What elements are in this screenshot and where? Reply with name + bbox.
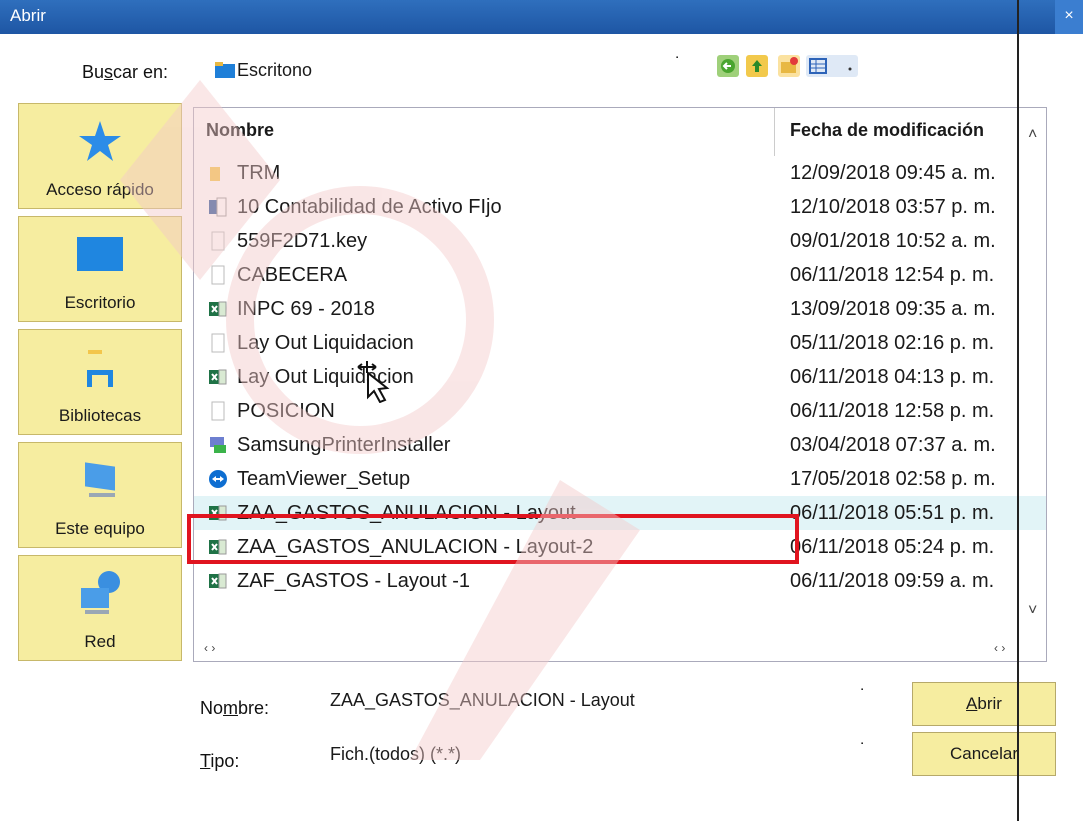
installer-icon — [210, 437, 226, 453]
file-row[interactable]: 559F2D71.key 09/01/2018 10:52 a. m. — [194, 224, 1046, 258]
filename-value: ZAA_GASTOS_ANULACION - Layout — [330, 690, 635, 710]
chevron-down-icon[interactable]: ˙ — [675, 54, 681, 75]
file-row[interactable]: CABECERA 06/11/2018 12:54 p. m. — [194, 258, 1046, 292]
window-title: Abrir — [10, 6, 46, 25]
blank-file-icon — [211, 333, 225, 353]
file-date: 06/11/2018 12:58 p. m. — [790, 400, 995, 422]
place-bibliotecas[interactable]: Bibliotecas — [18, 329, 182, 435]
chevron-down-icon[interactable]: ˙ — [860, 686, 866, 707]
view-menu-icon[interactable] — [806, 55, 858, 77]
star-icon — [79, 121, 121, 161]
file-date: 12/10/2018 03:57 p. m. — [790, 196, 996, 218]
place-escritorio[interactable]: Escritorio — [18, 216, 182, 322]
file-name: TeamViewer_Setup — [237, 468, 411, 490]
file-row[interactable]: Lay Out Liquidacion 06/11/2018 04:13 p. m… — [194, 360, 1046, 394]
folder-icon — [215, 62, 235, 78]
overlay-line — [1017, 0, 1019, 821]
cancel-button[interactable]: Cancelar — [912, 732, 1056, 776]
excel-icon — [209, 573, 227, 589]
look-in-dropdown[interactable]: Escritono ˙ — [197, 50, 697, 90]
file-name: INPC 69 - 2018 — [237, 298, 375, 320]
file-date: 06/11/2018 04:13 p. m. — [790, 366, 995, 388]
filetype-label: Tipo: — [200, 751, 240, 771]
file-name: TRM — [237, 162, 281, 184]
scroll-up-icon[interactable]: ˄ — [1028, 126, 1037, 144]
file-date: 17/05/2018 02:58 p. m. — [790, 468, 996, 490]
file-name: SamsungPrinterInstaller — [237, 434, 451, 456]
file-row[interactable]: INPC 69 - 2018 13/09/2018 09:35 a. m. — [194, 292, 1046, 326]
title-bar: Abrir × — [0, 0, 1083, 34]
file-row[interactable]: POSICION 06/11/2018 12:58 p. m. — [194, 394, 1046, 428]
blank-file-icon — [211, 401, 225, 421]
filename-input[interactable]: ZAA_GASTOS_ANULACION - Layout ˙ — [330, 686, 880, 720]
excel-icon — [209, 301, 227, 317]
filetype-select[interactable]: Fich.(todos) (*.*) ˙ — [330, 740, 880, 774]
scroll-down-icon[interactable]: ˅ — [1028, 602, 1037, 620]
file-row[interactable]: 10 Contabilidad de Activo FIjo 12/10/2018… — [194, 190, 1046, 224]
file-date: 06/11/2018 09:59 a. m. — [790, 570, 995, 592]
close-icon[interactable]: × — [1055, 0, 1083, 34]
excel-icon — [209, 369, 227, 385]
place-acceso-rapido[interactable]: Acceso rápido — [18, 103, 182, 209]
place-red[interactable]: Red — [18, 555, 182, 661]
desktop-icon — [77, 237, 123, 271]
library-icon — [87, 350, 113, 387]
new-folder-icon[interactable] — [778, 55, 800, 77]
folder-icon — [210, 167, 220, 181]
file-row[interactable]: ZAF_GASTOS - Layout -1 06/11/2018 09:59 a… — [194, 564, 1046, 598]
scroll-left-icon[interactable]: ‹ › — [204, 641, 215, 655]
scroll-right-icon[interactable]: ‹ › — [994, 641, 1005, 655]
file-row[interactable]: SamsungPrinterInstaller 03/04/2018 07:37 … — [194, 428, 1046, 462]
open-button[interactable]: Abrir — [912, 682, 1056, 726]
blank-file-icon — [211, 265, 225, 285]
file-date: 06/11/2018 05:51 p. m. — [790, 502, 995, 524]
back-icon[interactable] — [717, 55, 739, 77]
computer-icon — [85, 462, 115, 497]
file-date: 09/01/2018 10:52 a. m. — [790, 230, 996, 252]
file-date: 06/11/2018 05:24 p. m. — [790, 536, 995, 558]
file-date: 03/04/2018 07:37 a. m. — [790, 434, 996, 456]
network-icon — [81, 571, 120, 614]
teamviewer-icon — [209, 470, 227, 488]
column-header-date[interactable]: Fecha de modificación — [790, 120, 984, 141]
file-row[interactable]: Lay Out Liquidacion 05/11/2018 02:16 p. m… — [194, 326, 1046, 360]
file-name: 559F2D71.key — [237, 230, 368, 252]
file-row[interactable]: TRM 12/09/2018 09:45 a. m. — [194, 156, 1046, 190]
file-date: 06/11/2018 12:54 p. m. — [790, 264, 995, 286]
file-name: Lay Out Liquidacion — [237, 332, 414, 354]
chevron-down-icon[interactable]: ˙ — [860, 740, 866, 761]
file-list[interactable]: Nombre Fecha de modificación ˄ ˅ ‹ › ‹ ›… — [193, 107, 1047, 662]
file-date: 13/09/2018 09:35 a. m. — [790, 298, 996, 320]
column-header-name[interactable]: Nombre — [206, 120, 274, 141]
highlight-box — [187, 514, 799, 564]
place-este-equipo[interactable]: Este equipo — [18, 442, 182, 548]
blank-file-icon — [211, 231, 225, 251]
file-date: 05/11/2018 02:16 p. m. — [790, 332, 995, 354]
file-name: ZAF_GASTOS - Layout -1 — [237, 570, 471, 592]
filename-label: Nombre: — [200, 698, 270, 718]
cursor-icon — [357, 361, 390, 403]
up-folder-icon[interactable] — [746, 55, 768, 77]
file-name: 10 Contabilidad de Activo FIjo — [237, 196, 502, 218]
file-name: POSICION — [237, 400, 335, 422]
filetype-value: Fich.(todos) (*.*) — [330, 744, 462, 764]
column-divider[interactable] — [774, 108, 775, 156]
file-row[interactable]: TeamViewer_Setup 17/05/2018 02:58 p. m. — [194, 462, 1046, 496]
look-in-label: Buscar en: — [82, 62, 169, 82]
file-date: 12/09/2018 09:45 a. m. — [790, 162, 996, 184]
look-in-value: Escritono — [237, 60, 313, 80]
file-name: CABECERA — [237, 264, 348, 286]
word-doc-icon — [209, 197, 227, 217]
